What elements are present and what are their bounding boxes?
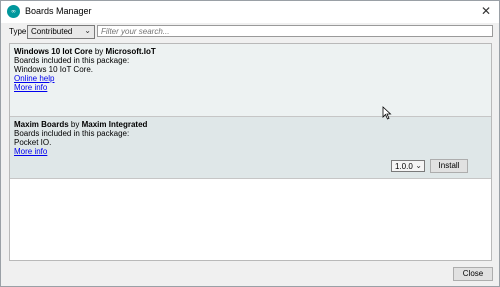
boards-list: Pocket IO. <box>14 138 52 147</box>
boards-included-label: Boards included in this package: <box>14 56 130 65</box>
package-author: Maxim Integrated <box>81 120 148 129</box>
search-input[interactable] <box>97 25 493 37</box>
package-author: Microsoft.IoT <box>105 47 156 56</box>
package-list[interactable]: Windows 10 Iot Core by Microsoft.IoT Boa… <box>9 43 492 261</box>
type-dropdown-value: Contributed <box>31 27 73 36</box>
version-dropdown[interactable]: 1.0.0 ⌄ <box>391 160 425 172</box>
online-help-link[interactable]: Online help <box>14 74 54 83</box>
package-by: by <box>70 120 80 129</box>
install-button[interactable]: Install <box>430 159 468 173</box>
package-header: Maxim Boards by Maxim Integrated <box>14 120 487 129</box>
boards-manager-window: ∞ Boards Manager ✕ Type Contributed ⌄ Wi… <box>0 0 500 287</box>
chevron-down-icon: ⌄ <box>415 161 422 170</box>
package-item-maxim[interactable]: Maxim Boards by Maxim Integrated Boards … <box>10 117 491 179</box>
boards-included-label: Boards included in this package: <box>14 129 130 138</box>
arduino-logo-icon: ∞ <box>7 5 20 18</box>
package-by: by <box>94 47 104 56</box>
chevron-down-icon: ⌄ <box>84 26 91 35</box>
close-button[interactable]: Close <box>453 267 493 281</box>
title-bar: ∞ Boards Manager ✕ <box>1 1 499 23</box>
window-title: Boards Manager <box>25 6 92 16</box>
package-name: Windows 10 Iot Core <box>14 47 93 56</box>
more-info-link[interactable]: More info <box>14 147 47 156</box>
package-item-windows-iot[interactable]: Windows 10 Iot Core by Microsoft.IoT Boa… <box>10 44 491 117</box>
filter-bar: Type Contributed ⌄ <box>1 23 499 41</box>
type-label: Type <box>9 27 27 36</box>
package-name: Maxim Boards <box>14 120 69 129</box>
boards-list: Windows 10 IoT Core. <box>14 65 93 74</box>
package-header: Windows 10 Iot Core by Microsoft.IoT <box>14 47 487 56</box>
version-value: 1.0.0 <box>395 162 413 171</box>
type-dropdown[interactable]: Contributed ⌄ <box>27 25 95 39</box>
mouse-cursor-icon <box>382 106 392 120</box>
more-info-link[interactable]: More info <box>14 83 47 92</box>
window-close-icon[interactable]: ✕ <box>479 4 493 18</box>
